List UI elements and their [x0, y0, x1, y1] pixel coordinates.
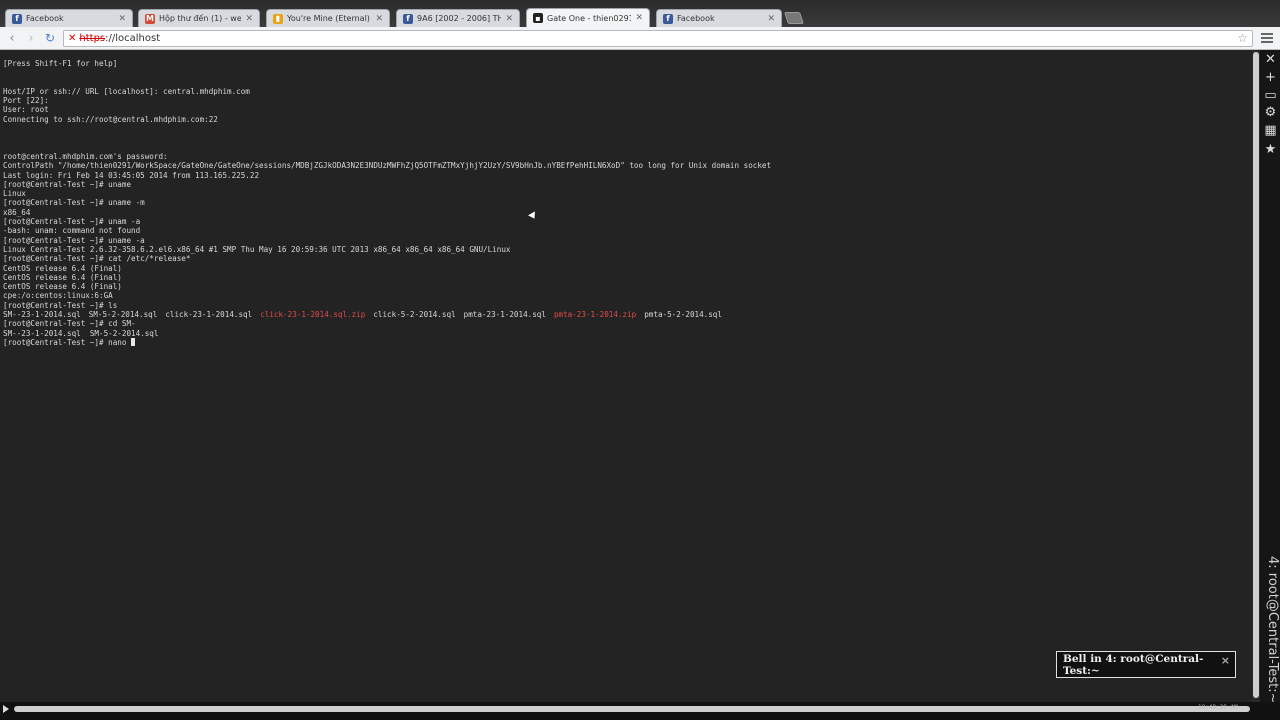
comment-icon[interactable]: ▭ [1263, 88, 1278, 103]
prompt-text: [root@Central-Test ~]# nano [3, 337, 132, 347]
bell-notification: Bell in 4: root@Central-Test:~ × [1056, 651, 1236, 678]
browser-toolbar: ‹ › ↻ ✕ https ://localhost ☆ [0, 27, 1280, 50]
current-prompt-line: [root@Central-Test ~]# nano [3, 337, 771, 347]
ls-file: click-23-1-2014.sql [165, 310, 253, 320]
plus-icon[interactable]: + [1263, 70, 1278, 85]
facebook-icon: f [663, 13, 673, 24]
terminal-line: CentOS release 6.4 (Final) [3, 263, 122, 273]
tab-strip: fFacebook✕MHộp thư đến (1) - webmas✕▮You… [0, 0, 1280, 27]
gmail-icon: M [145, 13, 155, 24]
terminal-line: User: root [3, 105, 49, 115]
reload-button[interactable]: ↻ [42, 30, 58, 46]
address-bar[interactable]: ✕ https ://localhost ☆ [63, 30, 1253, 47]
clock: 10:48:28 AM [1198, 704, 1238, 711]
terminal-line: ControlPath "/home/thien0291/WorkSpace/G… [3, 161, 772, 171]
insecure-lock-icon: ✕ [68, 33, 77, 44]
ls-file: SM--23-1-2014.sql [3, 310, 81, 320]
star-icon[interactable]: ★ [1263, 142, 1278, 157]
terminal-line: Connecting to ssh://root@central.mhdphim… [3, 114, 218, 124]
terminal-line: [root@Central-Test ~]# cat /etc/*release… [3, 254, 191, 264]
terminal-line: x86_64 [3, 207, 31, 217]
terminal-line: [root@Central-Test ~]# ls [3, 300, 118, 310]
tab-title: You're Mine (Eternal) - Ma [287, 14, 371, 23]
text-cursor [131, 337, 136, 346]
terminal[interactable]: [Press Shift-F1 for help] Host/IP or ssh:… [0, 50, 1252, 702]
ls-archive-file: pmta-23-1-2014.zip [553, 310, 637, 320]
terminal-output: [Press Shift-F1 for help] Host/IP or ssh:… [3, 59, 771, 347]
tab-close-icon[interactable]: ✕ [635, 13, 643, 23]
terminal-line: [root@Central-Test ~]# unam -a [3, 217, 141, 227]
gear-icon[interactable]: ⚙ [1263, 105, 1278, 120]
terminal-scrollbar[interactable] [1252, 50, 1260, 702]
terminal-line: Linux Central-Test 2.6.32-358.6.2.el6.x8… [3, 244, 511, 254]
terminal-line: CentOS release 6.4 (Final) [3, 272, 122, 282]
browser-tab[interactable]: ▪ Gate One - thien0291-MS✕ [526, 8, 650, 27]
tab-title: Facebook [26, 14, 64, 23]
horizontal-scrollbar[interactable] [14, 706, 1250, 712]
bottom-bar: 10:48:28 AM [0, 702, 1280, 720]
forward-button[interactable]: › [23, 30, 39, 46]
ls-file: pmta-5-2-2014.sql [644, 310, 722, 320]
browser-tab[interactable]: f Facebook ✕ [656, 9, 782, 27]
tab-title: Facebook [677, 14, 715, 23]
back-button[interactable]: ‹ [4, 30, 20, 46]
terminal-line: root@central.mhdphim.com's password: [3, 151, 168, 161]
ls-output-line: SM--23-1-2014.sql SM-5-2-2014.sql click-23… [3, 310, 771, 319]
terminal-line: Linux [3, 189, 26, 199]
terminal-line: Host/IP or ssh:// URL [localhost]: centr… [3, 86, 250, 96]
bookmark-star-icon[interactable]: ☆ [1237, 31, 1248, 45]
ls-archive-file: click-23-1-2014.sql.zip [260, 310, 366, 320]
tab-close-icon[interactable]: ✕ [118, 14, 126, 24]
browser-tab[interactable]: f 9A6 [2002 - 2006] THCS Đ✕ [396, 9, 520, 27]
terminal-line: [root@Central-Test ~]# uname [3, 179, 132, 189]
terminal-line: [root@Central-Test ~]# uname -a [3, 235, 145, 245]
tab-close-icon[interactable]: ✕ [767, 14, 775, 24]
terminal-line: [Press Shift-F1 for help] [3, 59, 118, 68]
menu-button[interactable] [1260, 31, 1274, 45]
bell-message: Bell in 4: root@Central-Test:~ [1063, 652, 1204, 677]
terminal-line: Port [22]: [3, 96, 49, 106]
chart-icon: ▮ [273, 13, 283, 24]
terminal-line: [root@Central-Test ~]# cd SM- [3, 319, 136, 329]
browser-tab[interactable]: f Facebook ✕ [5, 9, 133, 27]
ls-file: SM-5-2-2014.sql [88, 310, 158, 320]
tab-title: Gate One - thien0291-MS [547, 13, 632, 23]
terminal-line: SM--23-1-2014.sql SM-5-2-2014.sql [3, 328, 159, 338]
terminal-line: -bash: unam: command not found [3, 226, 141, 236]
url-host: ://localhost [105, 33, 161, 44]
tab-title: 9A6 [2002 - 2006] THCS Đ [417, 14, 502, 23]
browser-tab[interactable]: ▮ You're Mine (Eternal) - Ma ✕ [266, 9, 390, 27]
facebook-icon: f [403, 13, 413, 24]
scrollbar-thumb[interactable] [1253, 52, 1259, 698]
bell-close-button[interactable]: × [1221, 654, 1230, 667]
play-icon[interactable] [3, 705, 9, 713]
tab-close-icon[interactable]: ✕ [245, 14, 253, 24]
tab-title: Hộp thư đến (1) - webmas [159, 14, 242, 23]
url-scheme: https [79, 33, 106, 44]
close-icon[interactable]: ✕ [1263, 52, 1278, 67]
terminal-line: cpe:/o:centos:linux:6:GA [3, 291, 113, 301]
ls-file: click-5-2-2014.sql [373, 310, 456, 320]
facebook-icon: f [12, 13, 22, 24]
terminal-line: [root@Central-Test ~]# uname -m [3, 198, 145, 208]
browser-tab[interactable]: M Hộp thư đến (1) - webmas✕ [138, 9, 260, 27]
grid-icon[interactable]: ▦ [1263, 123, 1278, 138]
new-tab-button[interactable] [784, 12, 804, 24]
terminal-line: Last login: Fri Feb 14 03:45:05 2014 fro… [3, 170, 260, 180]
terminal-title-vertical: 4: root@Central-Test:~ [1265, 556, 1280, 704]
terminal-icon: ▪ [533, 13, 543, 23]
terminal-line: CentOS release 6.4 (Final) [3, 282, 122, 292]
ls-file: pmta-23-1-2014.sql [463, 310, 546, 320]
tab-close-icon[interactable]: ✕ [505, 14, 513, 24]
tab-close-icon[interactable]: ✕ [375, 14, 383, 24]
